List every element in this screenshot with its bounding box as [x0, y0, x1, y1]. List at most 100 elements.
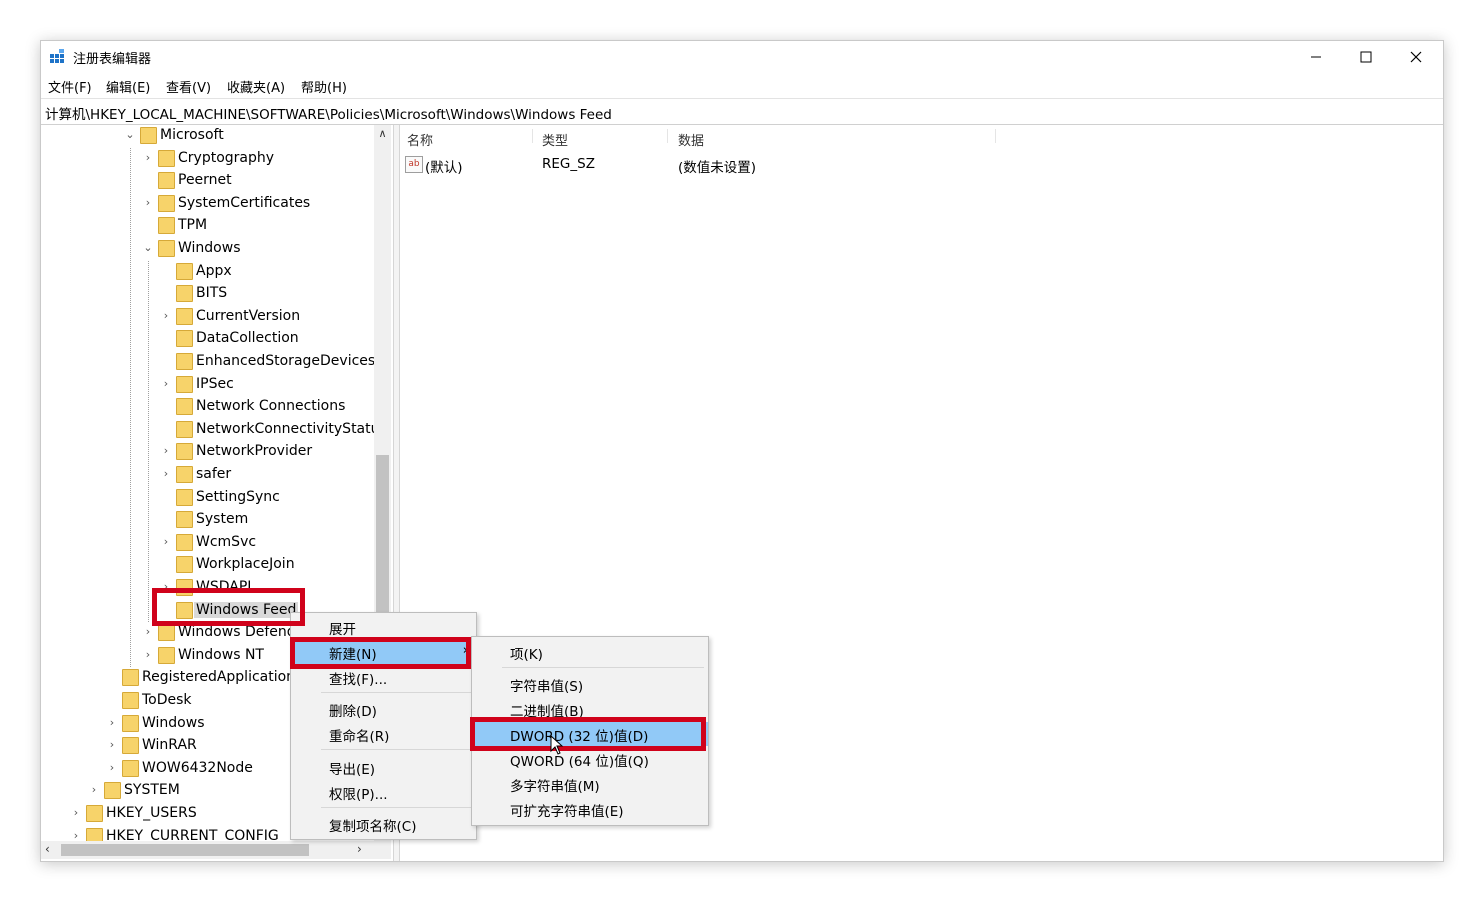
menu-export[interactable]: 导出(E)	[291, 755, 476, 779]
chevron-right-icon[interactable]	[159, 330, 173, 346]
tree-node-label: Windows	[178, 240, 241, 256]
folder-icon	[158, 240, 175, 257]
menu-view[interactable]: 查看(V)	[166, 77, 211, 96]
folder-icon	[158, 194, 175, 212]
chevron-right-icon[interactable]: ›	[105, 760, 119, 776]
chevron-right-icon[interactable]: ›	[105, 737, 119, 753]
maximize-button[interactable]	[1343, 41, 1389, 73]
column-name[interactable]: 名称	[407, 130, 433, 149]
value-data: (数值未设置)	[678, 160, 757, 176]
chevron-right-icon[interactable]	[159, 421, 173, 437]
menu-copy-key-name-label: 复制项名称(C)	[329, 819, 417, 835]
column-data[interactable]: 数据	[678, 130, 704, 149]
tree-node-label: WOW6432Node	[142, 759, 253, 776]
chevron-right-icon[interactable]: ›	[159, 443, 173, 459]
menu-expand[interactable]: 展开	[291, 615, 476, 639]
submenu-qword-value-label: QWORD (64 位)值(Q)	[510, 754, 649, 770]
tree-node-label: DataCollection	[196, 330, 299, 347]
hscroll-thumb[interactable]	[61, 844, 309, 856]
chevron-right-icon[interactable]	[159, 285, 173, 301]
chevron-down-icon[interactable]: ⌄	[123, 127, 137, 143]
menu-separator	[321, 749, 472, 750]
chevron-right-icon[interactable]	[159, 263, 173, 279]
tree-horizontal-scrollbar[interactable]: ‹ ›	[41, 841, 391, 859]
tree-node-label: Microsoft	[160, 127, 224, 143]
chevron-right-icon[interactable]	[159, 511, 173, 527]
chevron-right-icon[interactable]: ›	[141, 647, 155, 663]
value-name[interactable]: (默认)	[425, 156, 463, 176]
registry-app-icon	[50, 49, 64, 63]
tree-node-label: WcmSvc	[196, 533, 257, 550]
tree-node-label: TPM	[178, 217, 208, 234]
menu-edit[interactable]: 编辑(E)	[106, 77, 150, 96]
tree-node-label: EnhancedStorageDevices	[196, 353, 376, 369]
folder-icon	[176, 488, 193, 506]
tree-node-label: Windows	[142, 714, 205, 731]
chevron-right-icon[interactable]	[159, 353, 173, 369]
chevron-right-icon[interactable]: ›	[159, 466, 173, 482]
chevron-right-icon[interactable]	[159, 489, 173, 505]
close-button[interactable]	[1393, 41, 1439, 73]
chevron-right-icon[interactable]: ›	[159, 376, 173, 392]
menu-expand-label: 展开	[329, 622, 356, 638]
chevron-right-icon[interactable]: ›	[69, 828, 83, 841]
window-title: 注册表编辑器	[73, 52, 152, 67]
tree-guide-line	[130, 147, 131, 668]
menu-favorites[interactable]: 收藏夹(A)	[227, 77, 285, 96]
scroll-right-icon[interactable]: ›	[357, 842, 362, 856]
chevron-right-icon[interactable]: ›	[159, 308, 173, 324]
menu-rename[interactable]: 重命名(R)	[291, 722, 476, 746]
menu-permissions[interactable]: 权限(P)...	[291, 780, 476, 804]
tree-node-label: ToDesk	[142, 692, 192, 708]
chevron-right-icon[interactable]	[105, 692, 119, 708]
chevron-right-icon[interactable]	[141, 217, 155, 233]
chevron-right-icon[interactable]: ›	[141, 624, 155, 640]
chevron-right-icon[interactable]	[159, 556, 173, 572]
folder-icon	[176, 533, 193, 551]
scroll-left-icon[interactable]: ‹	[45, 842, 50, 856]
chevron-right-icon[interactable]: ›	[69, 805, 83, 821]
annotation-box-windows-feed	[152, 588, 305, 626]
folder-icon	[122, 714, 139, 732]
minimize-button[interactable]	[1293, 41, 1339, 73]
chevron-down-icon[interactable]: ⌄	[141, 240, 155, 256]
chevron-right-icon[interactable]: ›	[87, 782, 101, 798]
scroll-up-icon[interactable]: ∧	[374, 125, 391, 143]
menu-separator	[321, 807, 472, 808]
chevron-right-icon[interactable]: ›	[141, 195, 155, 211]
column-divider	[667, 129, 668, 143]
annotation-box-new	[290, 637, 471, 669]
folder-icon	[176, 353, 193, 370]
submenu-string-value[interactable]: 字符串值(S)	[472, 672, 708, 696]
column-type[interactable]: 类型	[542, 130, 568, 149]
menu-help[interactable]: 帮助(H)	[301, 77, 347, 96]
tree-node-label: safer	[196, 466, 232, 482]
chevron-right-icon[interactable]	[159, 398, 173, 414]
submenu-multi-string-value[interactable]: 多字符串值(M)	[472, 772, 708, 796]
folder-icon	[176, 398, 193, 416]
tree-node-label: Network Connections	[196, 398, 346, 415]
submenu-expandable-string-value[interactable]: 可扩充字符串值(E)	[472, 797, 708, 821]
tree-node-label: WinRAR	[142, 737, 197, 754]
tree-node-label: HKEY_CURRENT_CONFIG	[106, 827, 279, 841]
title-bar: 注册表编辑器	[41, 41, 1443, 73]
chevron-right-icon[interactable]: ›	[105, 715, 119, 731]
tree-node-label: NetworkProvider	[196, 443, 313, 460]
chevron-right-icon[interactable]	[141, 172, 155, 188]
tree-node-label: NetworkConnectivityStatusI	[196, 420, 391, 437]
submenu-key[interactable]: 项(K)	[472, 640, 708, 664]
folder-icon	[176, 556, 193, 574]
tree-node-label: Windows NT	[178, 646, 264, 663]
menu-copy-key-name[interactable]: 复制项名称(C)	[291, 812, 476, 836]
tree-node-label: System	[196, 511, 249, 528]
tree-node-label: WorkplaceJoin	[196, 556, 295, 573]
folder-icon	[176, 511, 193, 529]
chevron-right-icon[interactable]	[105, 669, 119, 685]
menu-file[interactable]: 文件(F)	[48, 77, 92, 96]
menu-delete[interactable]: 删除(D)	[291, 697, 476, 721]
chevron-right-icon[interactable]: ›	[141, 150, 155, 166]
tree-node-label: SYSTEM	[124, 782, 180, 799]
folder-icon	[86, 827, 103, 841]
chevron-right-icon[interactable]: ›	[159, 534, 173, 550]
address-bar[interactable]: 计算机\HKEY_LOCAL_MACHINE\SOFTWARE\Policies…	[41, 98, 1443, 125]
